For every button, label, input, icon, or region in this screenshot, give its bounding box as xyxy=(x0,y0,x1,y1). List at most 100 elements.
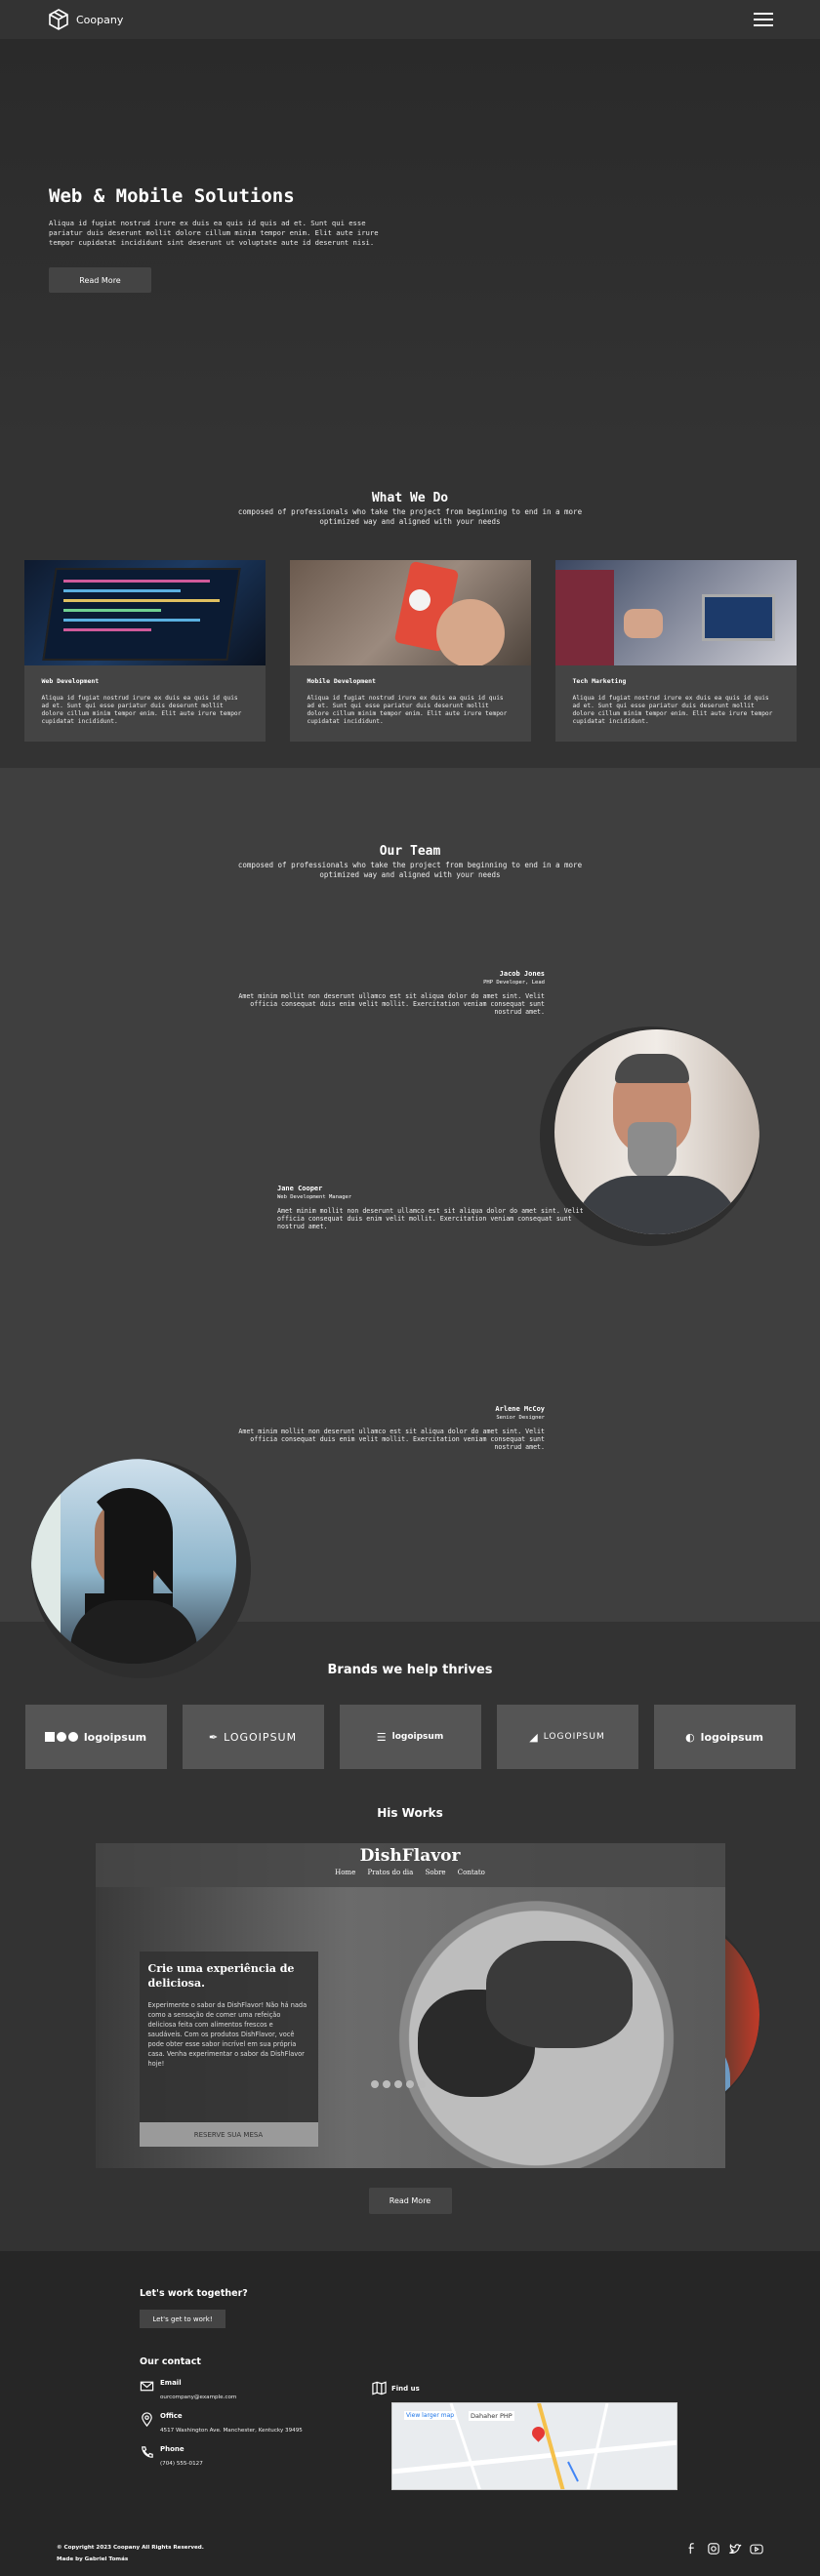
our-team-section: Our Team composed of professionals who t… xyxy=(0,768,820,2124)
hamburger-icon[interactable] xyxy=(754,13,773,26)
member-role: PHP Developer, Lead xyxy=(483,980,545,986)
facebook-icon[interactable] xyxy=(685,2542,699,2556)
member-role: Senior Designer xyxy=(496,1415,545,1421)
location-pin-icon xyxy=(142,2412,152,2427)
reserve-table-button[interactable]: RESERVE SUA MESA xyxy=(139,2122,318,2147)
phone-value[interactable]: (704) 555-0127 xyxy=(160,2461,203,2467)
service-card-marketing[interactable]: Tech Marketing Aliqua id fugiat nostrud … xyxy=(554,560,797,742)
service-card-text: Aliqua id fugiat nostrud irure ex duis e… xyxy=(307,695,508,725)
service-card-title: Web Development xyxy=(41,677,100,685)
instagram-icon[interactable] xyxy=(707,2542,720,2556)
what-we-do-subtitle: composed of professionals who take the p… xyxy=(237,507,583,526)
office-label: Office xyxy=(160,2412,183,2420)
social-links xyxy=(685,2542,763,2556)
hero-section: Web & Mobile Solutions Aliqua id fugiat … xyxy=(0,39,820,440)
jane-photo xyxy=(31,1459,236,1664)
showcase-headline: Crie uma experiência de deliciosa. xyxy=(147,1962,295,1990)
code-screen-image xyxy=(23,560,266,665)
copyright: © Copyright 2023 Coopany All Rights Rese… xyxy=(57,2542,204,2565)
map-link[interactable]: View larger map xyxy=(404,2411,457,2420)
what-we-do-section: What We Do composed of professionals who… xyxy=(0,440,820,768)
contact-title: Our contact xyxy=(140,2356,201,2367)
quill-icon: ✒ xyxy=(208,1730,219,1744)
brand-logo-1[interactable]: logoipsum xyxy=(24,1705,167,1769)
member-name: Jane Cooper xyxy=(277,1185,323,1192)
copyright-text: © Copyright 2023 Coopany All Rights Rese… xyxy=(57,2545,204,2551)
hero-read-more-button[interactable]: Read More xyxy=(49,267,151,293)
team-member-jane: Jane Cooper Web Development Manager Amet… xyxy=(277,1185,599,1230)
layers-icon: ☰ xyxy=(376,1730,387,1744)
member-name: Jacob Jones xyxy=(499,970,545,978)
triangle-icon: ◢ xyxy=(529,1730,538,1744)
brand-logo-2[interactable]: ✒ LOGOIPSUM xyxy=(182,1705,324,1769)
brand-logo-text: logoipsum xyxy=(83,1730,147,1744)
team-laptop-image xyxy=(554,560,797,665)
brand-logo-3[interactable]: ☰ logoipsum xyxy=(339,1705,481,1769)
works-section: His Works DishFlavor Home Pratos do dia … xyxy=(0,1783,820,2251)
mail-icon xyxy=(140,2381,154,2392)
top-nav: Coopany xyxy=(0,0,820,39)
service-card-text: Aliqua id fugiat nostrud irure ex duis e… xyxy=(572,695,773,725)
project-showcase[interactable]: DishFlavor Home Pratos do dia Sobre Cont… xyxy=(95,1843,725,2168)
works-read-more-button[interactable]: Read More xyxy=(368,2188,452,2214)
showcase-text: Experimente o sabor da DishFlavor! Não h… xyxy=(147,2001,308,2068)
showcase-menu-item[interactable]: Home xyxy=(335,1869,355,1876)
email-value[interactable]: ourcompany@example.com xyxy=(160,2395,236,2400)
vegetables-image xyxy=(485,1941,633,2048)
cta-title: Let's work together? xyxy=(140,2288,248,2299)
member-bio: Amet minim mollit non deserunt ullamco e… xyxy=(238,992,545,1016)
get-to-work-button[interactable]: Let's get to work! xyxy=(140,2310,226,2328)
footer: Let's work together? Let's get to work! … xyxy=(0,2251,820,2576)
team-member-jacob: Jacob Jones PHP Developer, Lead Amet min… xyxy=(223,970,545,1016)
made-by-text: Made by Gabriel Tomás xyxy=(57,2556,129,2562)
carousel-dots[interactable] xyxy=(370,2080,426,2088)
showcase-hero-panel: Crie uma experiência de deliciosa. Exper… xyxy=(139,1952,318,2147)
showcase-menu: Home Pratos do dia Sobre Contato xyxy=(96,1869,725,1876)
member-bio: Amet minim mollit non deserunt ullamco e… xyxy=(277,1207,584,1230)
embedded-map[interactable]: View larger map Dahaher PHP xyxy=(391,2402,677,2490)
brand-logo-text: LOGOIPSUM xyxy=(224,1730,298,1744)
showcase-menu-item[interactable]: Contato xyxy=(458,1869,485,1876)
our-team-title: Our Team xyxy=(379,844,441,859)
works-title: His Works xyxy=(377,1806,443,1820)
service-card-text: Aliqua id fugiat nostrud irure ex duis e… xyxy=(41,695,242,725)
brand-logo-text: LOGOIPSUM xyxy=(543,1732,605,1742)
avatar xyxy=(31,1459,251,1678)
youtube-icon[interactable] xyxy=(750,2542,763,2556)
hero-text: Aliqua id fugiat nostrud irure ex duis e… xyxy=(49,219,379,247)
brand-logo-5[interactable]: ◐ logoipsum xyxy=(653,1705,796,1769)
service-card-mobile[interactable]: Mobile Development Aliqua id fugiat nost… xyxy=(289,560,531,742)
brand-logo-4[interactable]: ◢ LOGOIPSUM xyxy=(496,1705,638,1769)
brand-name: Coopany xyxy=(76,13,124,26)
member-bio: Amet minim mollit non deserunt ullamco e… xyxy=(238,1428,545,1451)
service-card-web[interactable]: Web Development Aliqua id fugiat nostrud… xyxy=(23,560,266,742)
find-us-label: Find us xyxy=(391,2384,420,2393)
showcase-header: DishFlavor Home Pratos do dia Sobre Cont… xyxy=(95,1843,725,1887)
map-place: Dahaher PHP xyxy=(469,2411,514,2421)
service-card-title: Tech Marketing xyxy=(572,677,627,685)
our-team-subtitle: composed of professionals who take the p… xyxy=(237,861,583,879)
brand-logo-text: logoipsum xyxy=(700,1730,763,1744)
phone-label: Phone xyxy=(160,2445,184,2453)
hero-title: Web & Mobile Solutions xyxy=(49,185,295,207)
showcase-logo: DishFlavor xyxy=(359,1846,461,1866)
shapes-icon xyxy=(44,1732,78,1742)
member-name: Arlene McCoy xyxy=(495,1405,545,1413)
brand-logo[interactable]: Coopany xyxy=(47,8,123,31)
d-shape-icon: ◐ xyxy=(685,1730,695,1744)
office-value: 4517 Washington Ave. Manchester, Kentuck… xyxy=(160,2428,303,2434)
member-role: Web Development Manager xyxy=(277,1194,352,1200)
team-member-arlene: Arlene McCoy Senior Designer Amet minim … xyxy=(223,1405,545,1451)
email-label: Email xyxy=(160,2379,182,2387)
phone-in-hand-image xyxy=(289,560,531,665)
find-us: Find us View larger map Dahaher PHP xyxy=(372,2381,677,2490)
twitter-icon[interactable] xyxy=(728,2542,742,2556)
what-we-do-title: What We Do xyxy=(371,491,449,505)
brand-logo-text: logoipsum xyxy=(391,1732,444,1742)
showcase-menu-item[interactable]: Sobre xyxy=(426,1869,446,1876)
showcase-menu-item[interactable]: Pratos do dia xyxy=(367,1869,413,1876)
service-card-title: Mobile Development xyxy=(307,677,376,685)
phone-icon xyxy=(142,2446,153,2458)
cube-logo-icon xyxy=(49,9,68,30)
map-icon xyxy=(372,2381,387,2395)
